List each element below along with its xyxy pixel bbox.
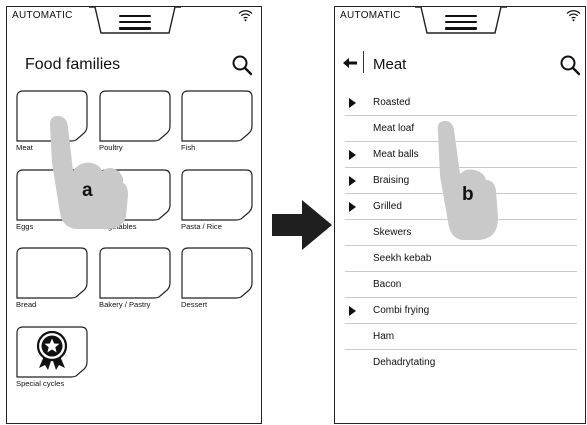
expand-arrow-icon <box>349 202 356 212</box>
mode-status: AUTOMATIC <box>340 10 401 21</box>
step-callout-b: b <box>462 184 474 205</box>
step-callout-a: a <box>82 180 93 201</box>
list-item-bacon[interactable]: Bacon <box>345 272 577 298</box>
list-item-label: Skewers <box>373 227 412 238</box>
menu-pull-tab[interactable] <box>89 7 181 35</box>
tile-label: Special cycles <box>16 379 65 388</box>
list-item-label: Braising <box>373 175 410 186</box>
wifi-icon <box>566 10 581 22</box>
title-divider <box>363 51 364 73</box>
search-icon[interactable] <box>559 54 581 76</box>
tile-pasta-rice[interactable]: Pasta / Rice <box>181 169 253 231</box>
list-item-label: Dehadrytating <box>373 357 436 368</box>
tile-label: Fish <box>181 143 196 152</box>
tile-label: Bakery / Pastry <box>99 300 151 309</box>
expand-arrow-icon <box>349 98 356 108</box>
list-item-label: Grilled <box>373 201 402 212</box>
tile-special-cycles[interactable]: Special cycles <box>16 326 88 388</box>
list-item-label: Combi frying <box>373 305 430 316</box>
right-arrow-icon <box>272 200 332 250</box>
menu-pull-tab[interactable] <box>415 7 507 35</box>
tile-label: Meat <box>16 143 33 152</box>
tile-bread[interactable]: Bread <box>16 247 88 309</box>
list-item-combi-frying[interactable]: Combi frying <box>345 298 577 324</box>
list-item-label: Meat balls <box>373 149 419 160</box>
list-item-label: Seekh kebab <box>373 253 432 264</box>
page-title: Meat <box>373 56 407 73</box>
list-item-ham[interactable]: Ham <box>345 324 577 350</box>
menu-icon[interactable] <box>445 15 477 31</box>
tile-bakery-pastry[interactable]: Bakery / Pastry <box>99 247 171 309</box>
tile-dessert[interactable]: Dessert <box>181 247 253 309</box>
pointing-hand-icon <box>50 115 128 229</box>
expand-arrow-icon <box>349 306 356 316</box>
tile-label: Bread <box>16 300 37 309</box>
list-item-seekh-kebab[interactable]: Seekh kebab <box>345 246 577 272</box>
page-title: Food families <box>25 56 121 73</box>
list-item-label: Ham <box>373 331 395 342</box>
list-item-label: Roasted <box>373 97 411 108</box>
list-item-label: Bacon <box>373 279 402 290</box>
mode-status: AUTOMATIC <box>12 10 73 21</box>
search-icon[interactable] <box>231 54 253 76</box>
tile-label: Pasta / Rice <box>181 222 222 231</box>
tile-label: Eggs <box>16 222 34 231</box>
expand-arrow-icon <box>349 150 356 160</box>
tile-fish[interactable]: Fish <box>181 90 253 152</box>
tile-label: Dessert <box>181 300 208 309</box>
list-item-dehadrytating[interactable]: Dehadrytating <box>345 350 577 376</box>
list-item-roasted[interactable]: Roasted <box>345 90 577 116</box>
back-arrow-icon[interactable] <box>343 56 357 70</box>
pointing-hand-icon <box>437 120 498 240</box>
ribbon-star-icon <box>36 330 68 370</box>
menu-icon[interactable] <box>119 15 151 31</box>
wifi-icon <box>238 10 253 22</box>
list-item-label: Meat loaf <box>373 123 415 134</box>
expand-arrow-icon <box>349 176 356 186</box>
